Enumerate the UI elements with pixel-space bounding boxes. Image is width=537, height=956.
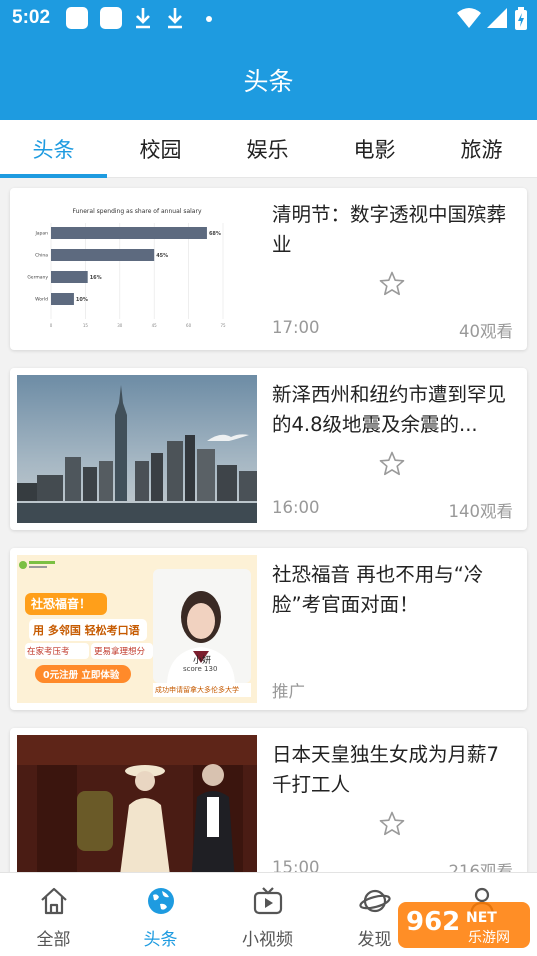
ad-tag-right: 更易拿理想分 bbox=[94, 647, 146, 657]
nav-headlines[interactable]: 头条 bbox=[107, 873, 214, 956]
page-title: 头条 bbox=[243, 67, 294, 96]
tab-movies[interactable]: 电影 bbox=[321, 120, 428, 178]
download-icon bbox=[168, 8, 182, 29]
home-icon bbox=[41, 887, 67, 915]
news-card[interactable]: 新泽西州和纽约市遭到罕见的4.8级地震及余震的... 16:00 140观看 bbox=[10, 368, 527, 530]
news-view-count: 140观看 bbox=[448, 502, 514, 521]
news-card[interactable]: 日本天皇独生女成为月薪7千打工人 15:00 216观看 bbox=[10, 728, 527, 872]
chart-tick-label: 0 bbox=[50, 323, 53, 328]
chart-tick-label: 45 bbox=[152, 323, 158, 328]
chart-value-label: 10% bbox=[76, 297, 88, 303]
ad-thumbnail: 社恐福音！ 用 多邻国 轻松考口语 在家考压考 更易拿理想分 0元注册 立即体验… bbox=[17, 555, 257, 703]
chart-bar bbox=[51, 249, 155, 261]
nav-all[interactable]: 全部 bbox=[0, 873, 107, 956]
chart-value-label: 45% bbox=[156, 253, 168, 259]
category-tabs: 头条 校园 娱乐 电影 旅游 bbox=[0, 120, 537, 178]
ad-tag-left: 在家考压考 bbox=[27, 647, 70, 657]
tab-headlines[interactable]: 头条 bbox=[0, 120, 107, 178]
chart-category-label: China bbox=[35, 253, 48, 259]
nav-label: 全部 bbox=[36, 930, 71, 950]
news-headline: 新泽西州和纽约市遭到罕见的4.8级地震及余震的... bbox=[272, 383, 507, 436]
wifi-icon bbox=[457, 8, 481, 28]
chart-category-label: Germany bbox=[27, 275, 48, 281]
news-thumbnail: Funeral spending as share of annual sala… bbox=[17, 195, 257, 343]
chart-bar bbox=[51, 227, 207, 239]
news-headline: 清明节：数字透视中国殡葬业 bbox=[272, 203, 507, 256]
signal-icon bbox=[487, 8, 507, 28]
chart-tick-label: 30 bbox=[117, 323, 123, 328]
news-time: 16:00 bbox=[272, 498, 320, 517]
site-watermark-logo: 962 NET 乐游网 bbox=[396, 896, 532, 952]
news-headline: 日本天皇独生女成为月薪7千打工人 bbox=[272, 743, 499, 796]
chart-bar bbox=[51, 293, 74, 305]
download-icon bbox=[136, 8, 150, 29]
status-time: 5:02 bbox=[12, 7, 51, 28]
more-notifications-dot-icon bbox=[206, 16, 212, 22]
watermark-sub: NET bbox=[466, 910, 497, 926]
favorite-star-icon[interactable] bbox=[378, 450, 406, 478]
chart-tick-label: 15 bbox=[83, 323, 89, 328]
favorite-star-icon[interactable] bbox=[378, 810, 406, 838]
status-bar: 5:02 bbox=[0, 0, 537, 36]
favorite-star-icon[interactable] bbox=[378, 270, 406, 298]
news-thumbnail-ceremony bbox=[17, 735, 257, 872]
news-view-count: 40观看 bbox=[459, 322, 513, 341]
tab-travel[interactable]: 旅游 bbox=[428, 120, 535, 178]
tab-campus[interactable]: 校园 bbox=[107, 120, 214, 178]
watermark-site: 乐游网 bbox=[468, 930, 510, 946]
tv-icon bbox=[253, 887, 283, 915]
chart-category-label: World bbox=[35, 297, 48, 303]
globe-icon bbox=[148, 888, 174, 914]
chart-value-label: 68% bbox=[209, 231, 221, 237]
app-notification-icon bbox=[66, 7, 88, 29]
planet-icon bbox=[359, 889, 391, 913]
ad-caption: 成功申请留拿大多伦多大学 bbox=[155, 686, 239, 694]
news-time: 17:00 bbox=[272, 318, 320, 337]
app-notification-icon bbox=[100, 7, 122, 29]
news-thumbnail-city bbox=[17, 375, 257, 523]
tab-entertainment[interactable]: 娱乐 bbox=[214, 120, 321, 178]
news-time: 15:00 bbox=[272, 858, 320, 872]
news-feed[interactable]: Funeral spending as share of annual sala… bbox=[0, 178, 537, 872]
ad-headline-line1: 社恐福音！ bbox=[31, 597, 92, 611]
ad-headline-line2: 用 多邻国 轻松考口语 bbox=[33, 624, 140, 637]
nav-label: 小视频 bbox=[242, 930, 293, 950]
chart-tick-label: 75 bbox=[220, 323, 226, 328]
title-bar: 头条 bbox=[0, 36, 537, 120]
ad-cta: 0元注册 立即体验 bbox=[43, 670, 120, 681]
news-view-count: 216观看 bbox=[448, 862, 514, 872]
funeral-spending-chart: Funeral spending as share of annual sala… bbox=[27, 208, 226, 328]
chart-tick-label: 60 bbox=[186, 323, 192, 328]
chart-value-label: 16% bbox=[90, 275, 102, 281]
nav-short-video[interactable]: 小视频 bbox=[214, 873, 321, 956]
news-card[interactable]: Funeral spending as share of annual sala… bbox=[10, 188, 527, 350]
sponsored-card[interactable]: 社恐福音！ 用 多邻国 轻松考口语 在家考压考 更易拿理想分 0元注册 立即体验… bbox=[10, 548, 527, 710]
watermark-text: 962 bbox=[406, 907, 460, 937]
ad-score: score 130 bbox=[183, 665, 218, 673]
chart-title: Funeral spending as share of annual sala… bbox=[73, 208, 202, 215]
chart-bar bbox=[51, 271, 88, 283]
sponsored-label: 推广 bbox=[272, 682, 305, 701]
nav-label: 头条 bbox=[143, 930, 178, 950]
battery-icon bbox=[515, 7, 527, 30]
chart-category-label: Japan bbox=[34, 231, 48, 237]
news-headline: 社恐福音 再也不用与“冷脸”考官面对面！ bbox=[272, 563, 484, 616]
